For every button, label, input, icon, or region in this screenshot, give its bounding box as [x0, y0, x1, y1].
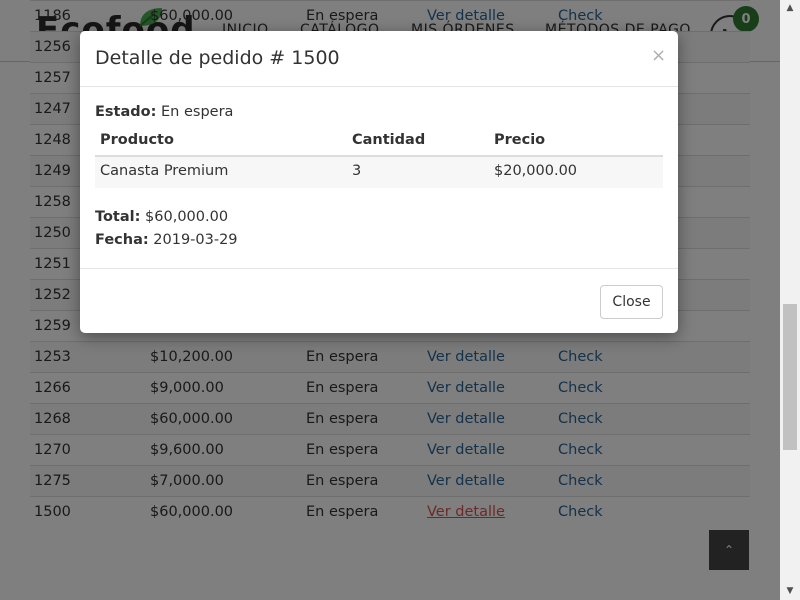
- item-precio: $20,000.00: [494, 163, 578, 179]
- table-row: Canasta Premium 3 $20,000.00: [95, 157, 663, 188]
- status-label: Estado:: [95, 104, 157, 120]
- column-header-producto: Producto: [100, 132, 174, 148]
- order-date: Fecha: 2019-03-29: [95, 232, 238, 248]
- order-status: Estado: En espera: [95, 104, 233, 120]
- date-label: Fecha:: [95, 232, 149, 248]
- close-icon[interactable]: ×: [651, 45, 666, 66]
- order-items-header: Producto Cantidad Precio: [95, 132, 663, 157]
- total-label: Total:: [95, 209, 141, 225]
- date-value: 2019-03-29: [153, 232, 238, 248]
- page-scrollbar[interactable]: ▲ ▼: [780, 0, 800, 600]
- scroll-up-arrow-icon[interactable]: ▲: [780, 0, 800, 17]
- scroll-down-arrow-icon[interactable]: ▼: [780, 583, 800, 600]
- item-cantidad: 3: [352, 163, 362, 179]
- modal-title: Detalle de pedido # 1500: [95, 47, 340, 69]
- column-header-cantidad: Cantidad: [352, 132, 426, 148]
- total-value: $60,000.00: [145, 209, 229, 225]
- scrollbar-thumb[interactable]: [783, 304, 797, 450]
- column-header-precio: Precio: [494, 132, 546, 148]
- order-total: Total: $60,000.00: [95, 209, 228, 225]
- close-button[interactable]: Close: [600, 285, 663, 319]
- modal-header: Detalle de pedido # 1500 ×: [80, 31, 678, 87]
- modal-footer: Close: [80, 268, 678, 333]
- item-producto: Canasta Premium: [100, 163, 229, 179]
- status-value: En espera: [161, 104, 234, 120]
- order-detail-modal: Detalle de pedido # 1500 × Estado: En es…: [80, 31, 678, 333]
